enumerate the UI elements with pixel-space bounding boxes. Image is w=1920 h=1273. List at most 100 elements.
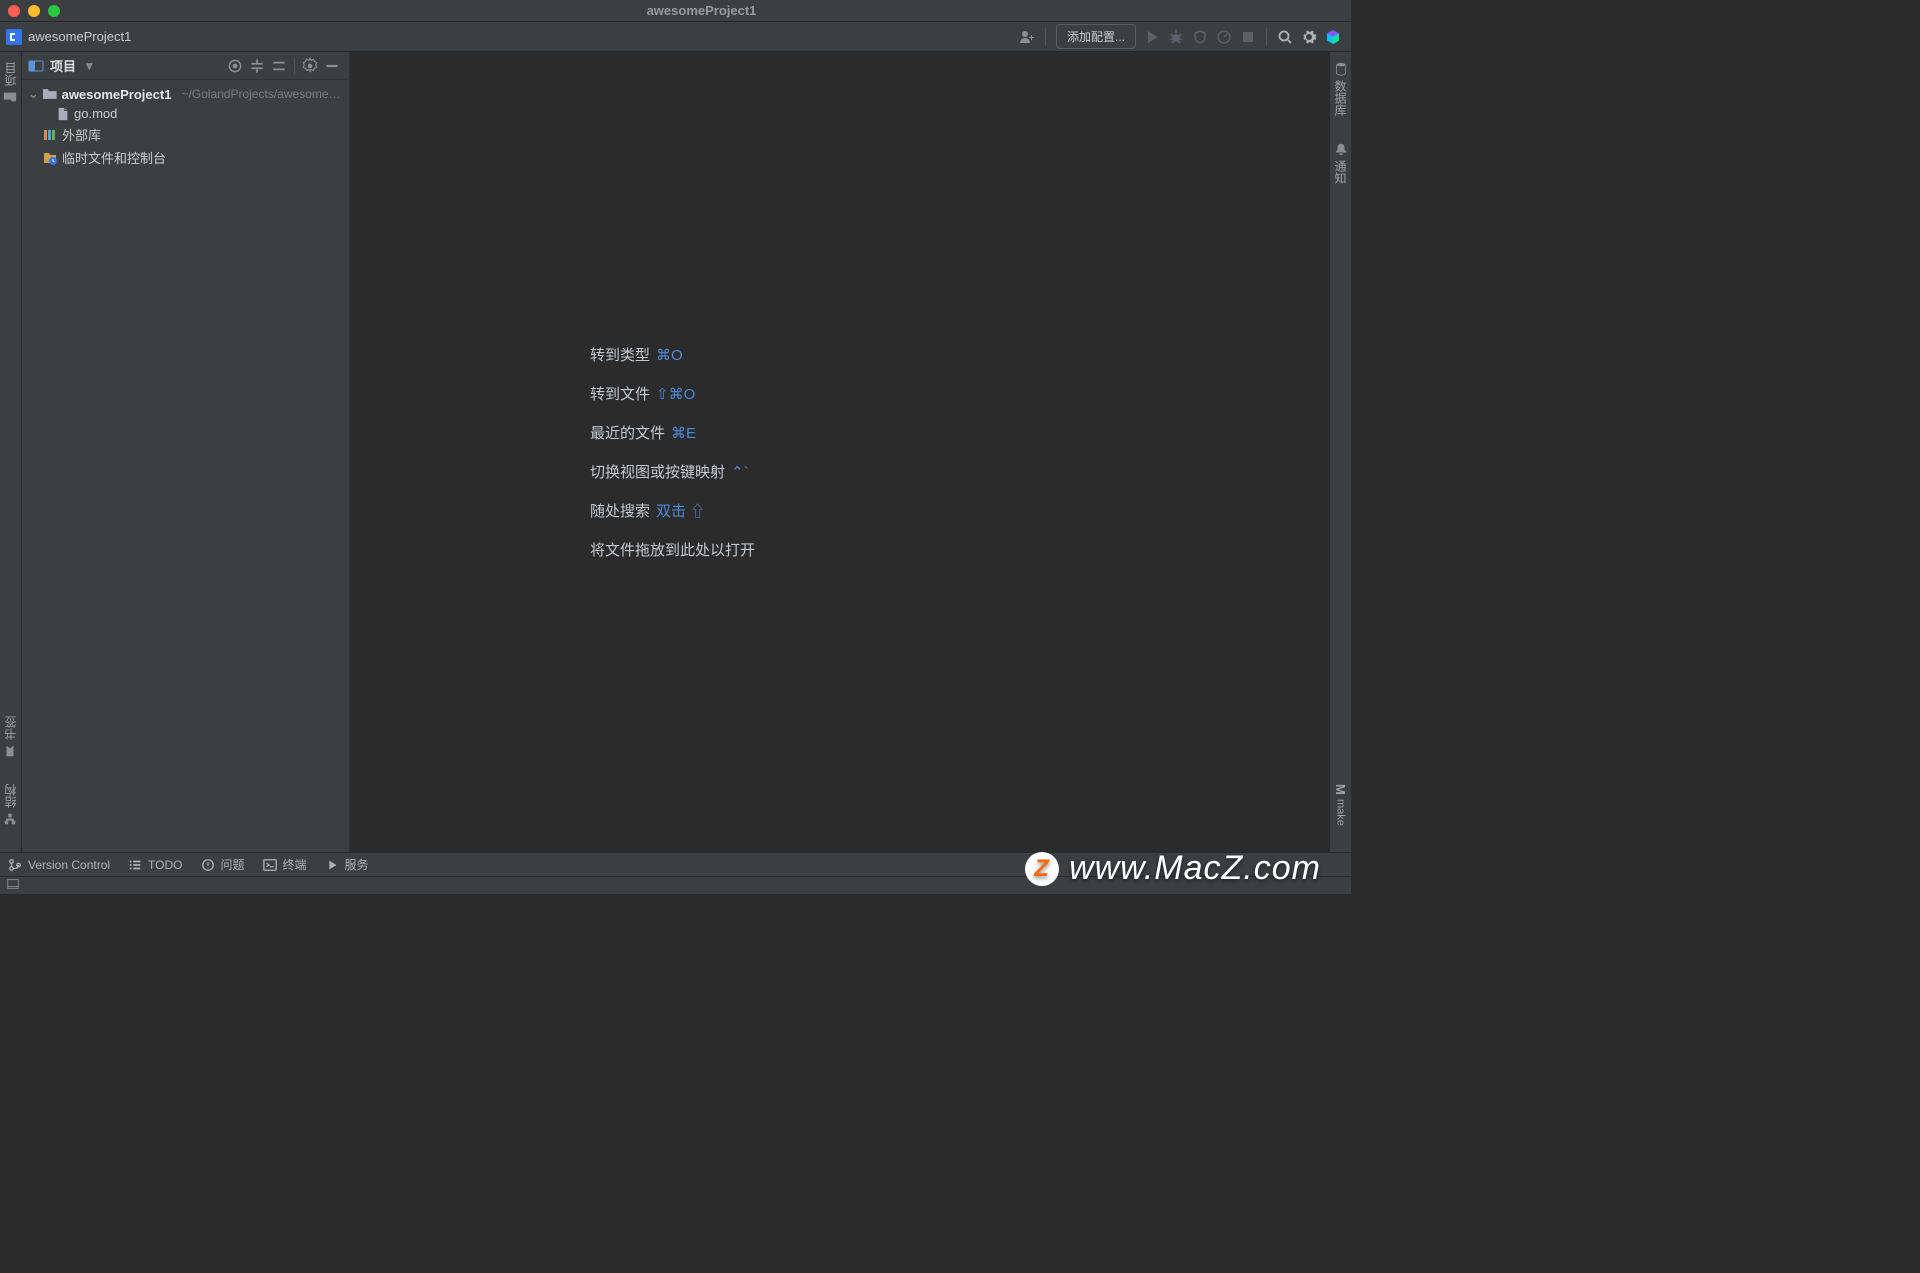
maximize-icon[interactable] [48, 5, 60, 17]
titlebar: awesomeProject1 [0, 0, 1351, 22]
folder-icon [42, 86, 58, 102]
expand-all-icon[interactable] [248, 57, 266, 75]
tab-make-label: make [1335, 799, 1347, 826]
hint-label: 随处搜索 [590, 503, 650, 520]
database-icon [1334, 62, 1348, 76]
tab-label: 问题 [221, 856, 245, 873]
settings-gear-icon[interactable] [1299, 27, 1319, 47]
right-gutter: 数据库 通知 M make [1329, 52, 1351, 852]
collapse-all-icon[interactable] [270, 57, 288, 75]
tree-external-libs-label: 外部库 [62, 125, 101, 144]
hint-shortcut: ⌘O [656, 347, 683, 364]
tab-label: 服务 [345, 856, 369, 873]
goland-logo-icon[interactable] [1323, 27, 1343, 47]
toolwindows-toggle-icon[interactable] [6, 877, 20, 894]
hint-search-everywhere: 随处搜索双击 ⇧ [590, 500, 755, 521]
window-title: awesomeProject1 [60, 3, 1343, 18]
tree-external-libs[interactable]: 外部库 [22, 123, 349, 146]
keymap-hints: 转到类型 ⌘O 转到文件 ⇧⌘O 最近的文件 ⌘E 切换视图或按键映射 ⌃` 随处搜索双… [590, 344, 755, 560]
tab-bookmarks[interactable]: 书签 [2, 710, 19, 764]
tab-label: TODO [148, 858, 182, 872]
hint-goto-file: 转到文件 ⇧⌘O [590, 383, 755, 404]
tree-root[interactable]: ⌄ awesomeProject1 ~/GolandProjects/aweso… [22, 84, 349, 104]
left-gutter: 项目 书签 结构 [0, 52, 22, 852]
view-mode-dropdown-icon[interactable]: ▾ [86, 58, 93, 74]
hint-label: 切换视图或按键映射 [590, 464, 725, 481]
hint-shortcut: ⇧⌘O [656, 386, 695, 403]
chevron-down-icon[interactable]: ⌄ [28, 86, 38, 102]
tree-scratches[interactable]: 临时文件和控制台 [22, 146, 349, 169]
close-icon[interactable] [8, 5, 20, 17]
tab-services[interactable]: 服务 [325, 856, 369, 873]
hide-panel-icon[interactable] [323, 57, 341, 75]
breadcrumb[interactable]: awesomeProject1 [6, 29, 131, 45]
hint-shortcut: 双击 ⇧ [656, 503, 705, 520]
problems-icon [201, 858, 215, 872]
coverage-icon[interactable] [1190, 27, 1210, 47]
tree-scratches-label: 临时文件和控制台 [62, 148, 166, 167]
tab-structure-label: 结构 [2, 784, 19, 808]
project-tree[interactable]: ⌄ awesomeProject1 ~/GolandProjects/aweso… [22, 80, 349, 173]
make-icon: M [1333, 784, 1348, 795]
breadcrumb-project: awesomeProject1 [28, 29, 131, 44]
debug-icon[interactable] [1166, 27, 1186, 47]
terminal-icon [263, 858, 277, 872]
hint-label: 转到文件 [590, 386, 650, 403]
tab-problems[interactable]: 问题 [201, 856, 245, 873]
folder-icon [4, 90, 18, 104]
watermark: Z www.MacZ.com [1025, 849, 1321, 888]
hint-shortcut: ⌘E [671, 425, 696, 442]
watermark-text: www.MacZ.com [1069, 849, 1321, 888]
window-controls [8, 5, 60, 17]
hint-label: 最近的文件 [590, 425, 665, 442]
vcs-icon [8, 858, 22, 872]
hint-shortcut: ⌃` [731, 464, 749, 481]
todo-icon [128, 858, 142, 872]
search-icon[interactable] [1275, 27, 1295, 47]
minimize-icon[interactable] [28, 5, 40, 17]
tab-notifications-label: 通知 [1332, 160, 1349, 184]
tree-file-go-mod[interactable]: go.mod [22, 104, 349, 123]
profiler-icon[interactable] [1214, 27, 1234, 47]
main-area: 项目 书签 结构 项目 ▾ [0, 52, 1351, 852]
run-icon[interactable] [1142, 27, 1162, 47]
tab-terminal[interactable]: 终端 [263, 856, 307, 873]
tab-todo[interactable]: TODO [128, 858, 182, 872]
tree-root-path: ~/GolandProjects/awesomePro [181, 87, 343, 101]
select-opened-file-icon[interactable] [226, 57, 244, 75]
goland-project-icon [6, 29, 22, 45]
services-icon [325, 858, 339, 872]
user-add-icon[interactable] [1017, 27, 1037, 47]
tab-project[interactable]: 项目 [2, 56, 19, 110]
hint-recent-files: 最近的文件 ⌘E [590, 422, 755, 443]
tree-file-label: go.mod [74, 106, 117, 121]
hint-label: 将文件拖放到此处以打开 [590, 542, 755, 559]
watermark-badge: Z [1025, 852, 1059, 886]
tab-label: 终端 [283, 856, 307, 873]
sidebar-settings-gear-icon[interactable] [301, 57, 319, 75]
library-icon [42, 127, 58, 143]
add-configuration-button[interactable]: 添加配置... [1056, 24, 1136, 49]
structure-icon [4, 812, 18, 826]
stop-icon[interactable] [1238, 27, 1258, 47]
tab-database-label: 数据库 [1332, 80, 1349, 116]
bell-icon [1334, 142, 1348, 156]
tab-database[interactable]: 数据库 [1332, 56, 1349, 122]
editor-empty-state: 转到类型 ⌘O 转到文件 ⇧⌘O 最近的文件 ⌘E 切换视图或按键映射 ⌃` 随处搜索双… [350, 52, 1329, 852]
tab-notifications[interactable]: 通知 [1332, 136, 1349, 190]
sidebar-title: 项目 [50, 56, 76, 75]
hint-goto-type: 转到类型 ⌘O [590, 344, 755, 365]
toolwindow-project-icon [28, 58, 44, 74]
hint-label: 转到类型 [590, 347, 650, 364]
project-sidebar: 项目 ▾ ⌄ awesomeProject1 ~/GolandProjects/… [22, 52, 350, 852]
navigation-bar: awesomeProject1 添加配置... [0, 22, 1351, 52]
tab-make[interactable]: M make [1333, 778, 1348, 832]
tab-version-control[interactable]: Version Control [8, 858, 110, 872]
hint-switcher: 切换视图或按键映射 ⌃` [590, 461, 755, 482]
tree-root-name: awesomeProject1 [62, 87, 172, 102]
tab-project-label: 项目 [2, 62, 19, 86]
sidebar-header: 项目 ▾ [22, 52, 349, 80]
file-icon [56, 107, 70, 121]
tab-structure[interactable]: 结构 [2, 778, 19, 832]
tab-bookmarks-label: 书签 [2, 716, 19, 740]
